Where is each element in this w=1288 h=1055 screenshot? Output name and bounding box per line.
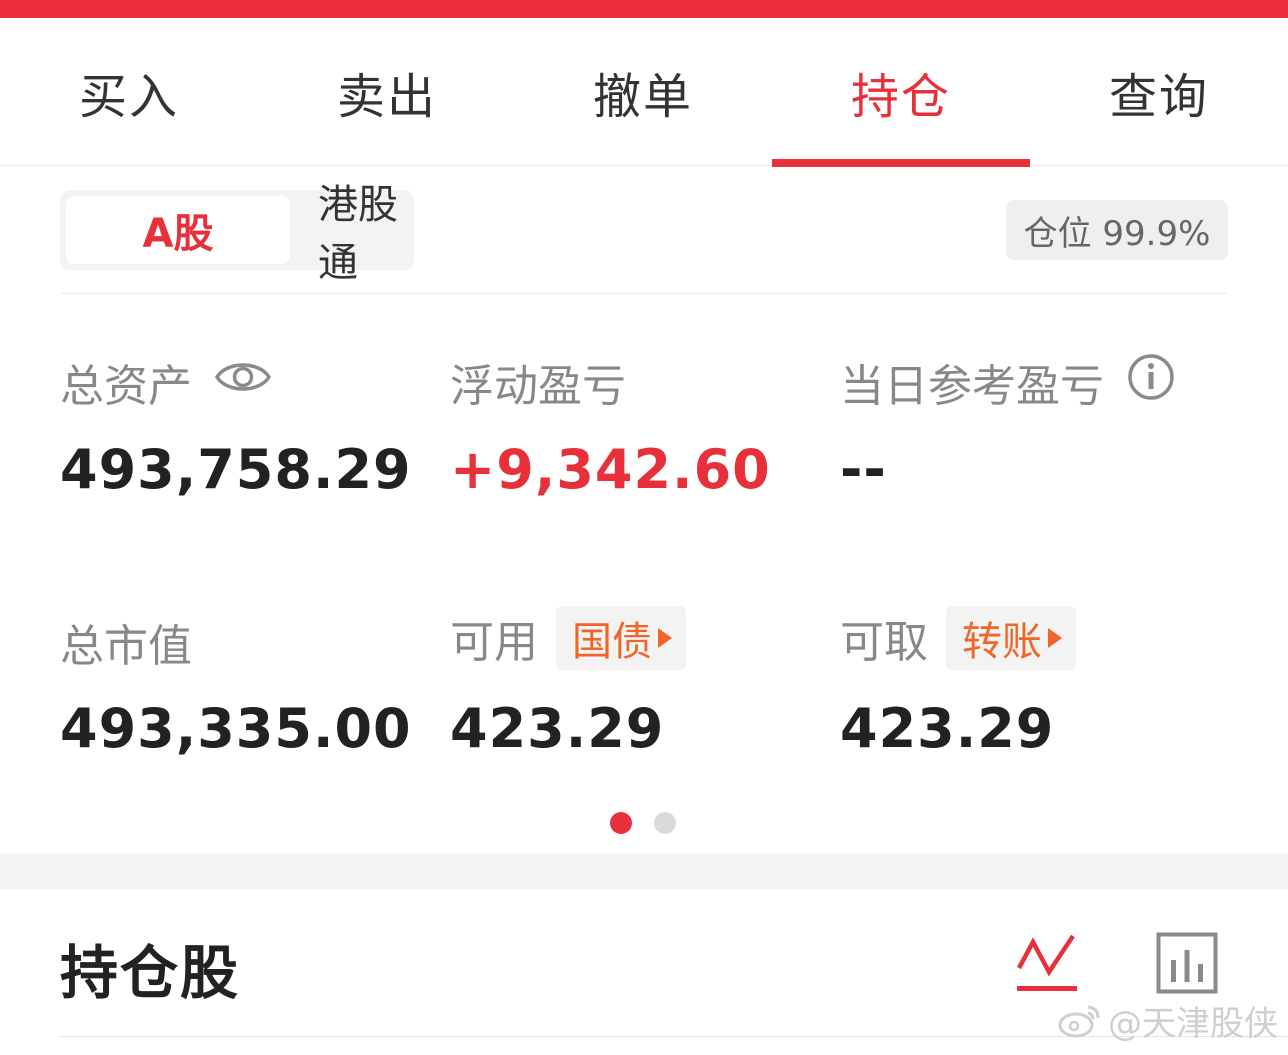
tab-positions[interactable]: 持仓 bbox=[772, 18, 1030, 167]
floating-pnl-value: +9,342.60 bbox=[450, 438, 771, 501]
daily-pnl-value: -- bbox=[840, 438, 887, 501]
treasury-bond-chip-label: 国债 bbox=[572, 619, 652, 665]
transfer-chip[interactable]: 转账 bbox=[946, 606, 1076, 670]
tab-cancel-order[interactable]: 撤单 bbox=[514, 18, 772, 166]
info-icon[interactable] bbox=[1126, 352, 1176, 413]
play-arrow-icon bbox=[658, 628, 672, 648]
withdrawable-label-group: 可取 转账 bbox=[840, 606, 1076, 670]
trend-line-icon[interactable] bbox=[1015, 932, 1079, 998]
watermark: @天津股侠 bbox=[1058, 996, 1278, 1045]
total-assets-label: 总资产 bbox=[60, 361, 192, 412]
withdrawable-value: 423.29 bbox=[840, 697, 1055, 760]
market-segmented-control: A股 港股通 bbox=[60, 182, 414, 286]
daily-pnl-label: 当日参考盈亏 bbox=[840, 361, 1104, 412]
available-value: 423.29 bbox=[450, 697, 665, 760]
available-label: 可用 bbox=[450, 617, 538, 668]
total-assets-value: 493,758.29 bbox=[60, 438, 412, 501]
tab-query[interactable]: 查询 bbox=[1030, 18, 1288, 166]
daily-pnl-label-group: 当日参考盈亏 bbox=[840, 350, 1176, 414]
treasury-bond-chip[interactable]: 国债 bbox=[556, 606, 686, 670]
total-assets-label-group: 总资产 bbox=[60, 350, 272, 414]
divider bbox=[60, 293, 1228, 294]
holdings-title: 持仓股 bbox=[60, 939, 241, 1007]
page-dot-active[interactable] bbox=[610, 812, 632, 834]
tab-buy[interactable]: 买入 bbox=[0, 18, 258, 166]
a-share-toggle[interactable]: A股 bbox=[66, 196, 290, 264]
position-ratio-badge: 仓位 99.9% bbox=[1006, 200, 1228, 260]
trade-tab-bar: 买入 卖出 撤单 持仓 查询 bbox=[0, 18, 1288, 167]
weibo-icon bbox=[1058, 1005, 1100, 1037]
tab-sell[interactable]: 卖出 bbox=[258, 18, 516, 166]
status-accent-bar bbox=[0, 0, 1288, 18]
section-separator bbox=[0, 853, 1288, 890]
page-indicator bbox=[610, 812, 680, 836]
market-value-label: 总市值 bbox=[60, 621, 192, 672]
hk-connect-toggle[interactable]: 港股通 bbox=[292, 182, 414, 286]
play-arrow-icon bbox=[1048, 628, 1062, 648]
floating-pnl-label: 浮动盈亏 bbox=[450, 361, 626, 412]
watermark-text: @天津股侠 bbox=[1108, 1004, 1278, 1044]
transfer-chip-label: 转账 bbox=[962, 619, 1042, 665]
page-dot[interactable] bbox=[654, 812, 676, 834]
market-value-value: 493,335.00 bbox=[60, 697, 412, 760]
bar-chart-icon[interactable] bbox=[1156, 932, 1218, 998]
available-label-group: 可用 国债 bbox=[450, 606, 686, 670]
withdrawable-label: 可取 bbox=[840, 617, 928, 668]
eye-icon[interactable] bbox=[214, 357, 272, 408]
